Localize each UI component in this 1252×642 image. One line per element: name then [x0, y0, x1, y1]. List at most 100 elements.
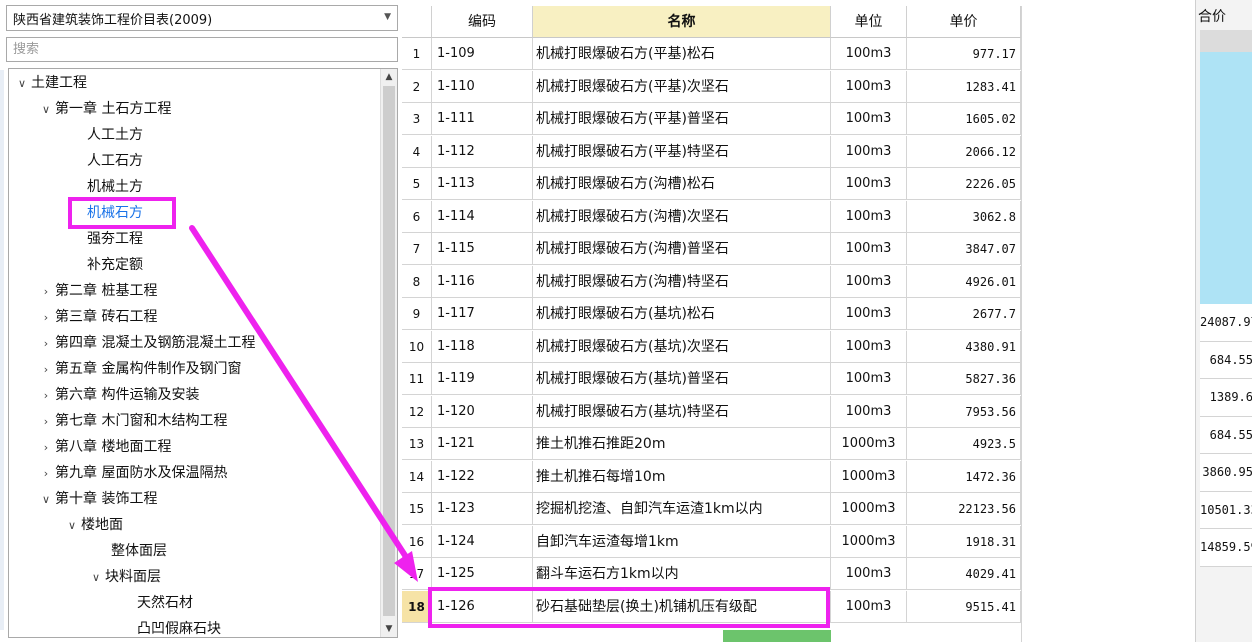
price-cell[interactable]: 22123.56 [907, 493, 1021, 525]
code-cell[interactable]: 1-113 [432, 168, 533, 200]
name-cell[interactable]: 推土机推石推距20m [533, 428, 831, 460]
name-cell[interactable]: 机械打眼爆破石方(沟槽)次坚石 [533, 200, 831, 233]
unit-cell[interactable]: 100m3 [831, 590, 907, 623]
chevron-down-icon[interactable]: ∨ [87, 565, 105, 591]
row-index[interactable]: 16 [402, 525, 432, 558]
row-index[interactable]: 12 [402, 395, 432, 428]
code-cell[interactable]: 1-119 [432, 363, 533, 395]
name-cell[interactable]: 机械打眼爆破石方(平基)普坚石 [533, 103, 831, 135]
code-cell[interactable]: 1-109 [432, 38, 533, 70]
header-price[interactable]: 单价 [907, 6, 1021, 38]
unit-cell[interactable]: 1000m3 [831, 493, 907, 525]
chevron-down-icon[interactable]: ▼ [384, 12, 391, 22]
tree-leaf[interactable]: 强夯工程 [87, 226, 143, 252]
chevron-right-icon[interactable]: › [37, 435, 55, 461]
code-cell[interactable]: 1-122 [432, 460, 533, 493]
unit-cell[interactable]: 100m3 [831, 330, 907, 363]
scroll-down-icon[interactable]: ▼ [381, 621, 397, 637]
unit-cell[interactable]: 100m3 [831, 298, 907, 330]
unit-cell[interactable]: 100m3 [831, 168, 907, 200]
unit-cell[interactable]: 100m3 [831, 135, 907, 168]
price-cell[interactable]: 3847.07 [907, 233, 1021, 265]
name-cell[interactable]: 机械打眼爆破石方(沟槽)特坚石 [533, 265, 831, 298]
tree-leaf[interactable]: 机械土方 [87, 174, 143, 200]
price-cell[interactable]: 1283.41 [907, 70, 1021, 103]
name-cell[interactable]: 砂石基础垫层(换土)机铺机压有级配 [533, 590, 831, 623]
tree-leaf[interactable]: 人工石方 [87, 148, 143, 174]
catalog-select[interactable]: 陕西省建筑装饰工程价目表(2009) ▼ [6, 5, 398, 31]
chevron-right-icon[interactable]: › [37, 461, 55, 487]
unit-cell[interactable]: 100m3 [831, 265, 907, 298]
name-cell[interactable]: 机械打眼爆破石方(平基)次坚石 [533, 70, 831, 103]
chevron-down-icon[interactable]: ∨ [37, 487, 55, 513]
price-cell[interactable]: 4926.01 [907, 265, 1021, 298]
tree-leaf[interactable]: 人工土方 [87, 122, 143, 148]
header-unit[interactable]: 单位 [831, 6, 907, 38]
name-cell[interactable]: 机械打眼爆破石方(基坑)特坚石 [533, 395, 831, 428]
header-name[interactable]: 名称 [533, 6, 831, 38]
scrollbar-thumb[interactable] [383, 86, 395, 616]
code-cell[interactable]: 1-118 [432, 330, 533, 363]
tree-leaf[interactable]: 整体面层 [111, 538, 167, 564]
code-cell[interactable]: 1-126 [432, 590, 533, 623]
chevron-right-icon[interactable]: › [37, 409, 55, 435]
tree-node-chapter[interactable]: › 第六章 构件运输及安装 [37, 382, 200, 409]
row-index[interactable]: 8 [402, 265, 432, 298]
tree-node-chapter[interactable]: › 第四章 混凝土及钢筋混凝土工程 [37, 330, 256, 357]
chevron-right-icon[interactable]: › [37, 305, 55, 331]
row-index[interactable]: 18 [402, 590, 432, 623]
code-cell[interactable]: 1-125 [432, 558, 533, 590]
tree-leaf[interactable]: 凸凹假麻石块 [137, 616, 221, 637]
price-cell[interactable]: 1918.31 [907, 525, 1021, 558]
chevron-right-icon[interactable]: › [37, 279, 55, 305]
tree-node-chapter[interactable]: › 第八章 楼地面工程 [37, 434, 172, 461]
chevron-right-icon[interactable]: › [37, 383, 55, 409]
code-cell[interactable]: 1-112 [432, 135, 533, 168]
tree-node-chapter-1[interactable]: ∨ 第一章 土石方工程 [37, 96, 171, 122]
code-cell[interactable]: 1-124 [432, 525, 533, 558]
unit-cell[interactable]: 1000m3 [831, 525, 907, 558]
row-index[interactable]: 10 [402, 330, 432, 363]
tree-node-chapter[interactable]: › 第七章 木门窗和木结构工程 [37, 408, 228, 435]
tree-leaf-selected[interactable]: 机械石方 [87, 200, 143, 226]
tree-node-chapter[interactable]: › 第九章 屋面防水及保温隔热 [37, 460, 228, 487]
tree-node-chapter[interactable]: › 第三章 砖石工程 [37, 304, 158, 331]
row-index[interactable]: 5 [402, 168, 432, 200]
tree-node-chapter-10[interactable]: ∨ 第十章 装饰工程 [37, 486, 157, 512]
code-cell[interactable]: 1-116 [432, 265, 533, 298]
code-cell[interactable]: 1-110 [432, 70, 533, 103]
unit-cell[interactable]: 100m3 [831, 558, 907, 590]
tree-leaf[interactable]: 补充定额 [87, 252, 143, 278]
name-cell[interactable]: 挖掘机挖渣、自卸汽车运渣1km以内 [533, 493, 831, 525]
price-cell[interactable]: 3062.8 [907, 200, 1021, 233]
name-cell[interactable]: 机械打眼爆破石方(平基)特坚石 [533, 135, 831, 168]
name-cell[interactable]: 机械打眼爆破石方(基坑)次坚石 [533, 330, 831, 363]
chevron-down-icon[interactable]: ∨ [37, 97, 55, 123]
tree-node-floor[interactable]: ∨ 楼地面 [63, 512, 123, 538]
chevron-down-icon[interactable]: ∨ [13, 71, 31, 97]
scroll-up-icon[interactable]: ▲ [381, 69, 397, 85]
unit-cell[interactable]: 100m3 [831, 233, 907, 265]
row-index[interactable]: 13 [402, 428, 432, 460]
code-cell[interactable]: 1-114 [432, 200, 533, 233]
price-cell[interactable]: 1605.02 [907, 103, 1021, 135]
code-cell[interactable]: 1-115 [432, 233, 533, 265]
chevron-right-icon[interactable]: › [37, 331, 55, 357]
code-cell[interactable]: 1-120 [432, 395, 533, 428]
price-cell[interactable]: 2066.12 [907, 135, 1021, 168]
row-index[interactable]: 6 [402, 200, 432, 233]
name-cell[interactable]: 机械打眼爆破石方(沟槽)普坚石 [533, 233, 831, 265]
name-cell[interactable]: 机械打眼爆破石方(基坑)松石 [533, 298, 831, 330]
name-cell[interactable]: 机械打眼爆破石方(沟槽)松石 [533, 168, 831, 200]
tree-node-block[interactable]: ∨ 块料面层 [87, 564, 161, 590]
unit-cell[interactable]: 1000m3 [831, 428, 907, 460]
tree-node-chapter[interactable]: › 第五章 金属构件制作及钢门窗 [37, 356, 242, 382]
price-cell[interactable]: 977.17 [907, 38, 1021, 70]
price-cell[interactable]: 5827.36 [907, 363, 1021, 395]
name-cell[interactable]: 自卸汽车运渣每增1km [533, 525, 831, 558]
row-index[interactable]: 17 [402, 558, 432, 590]
price-cell[interactable]: 2226.05 [907, 168, 1021, 200]
unit-cell[interactable]: 100m3 [831, 38, 907, 70]
row-index[interactable]: 14 [402, 460, 432, 493]
name-cell[interactable]: 机械打眼爆破石方(平基)松石 [533, 38, 831, 70]
